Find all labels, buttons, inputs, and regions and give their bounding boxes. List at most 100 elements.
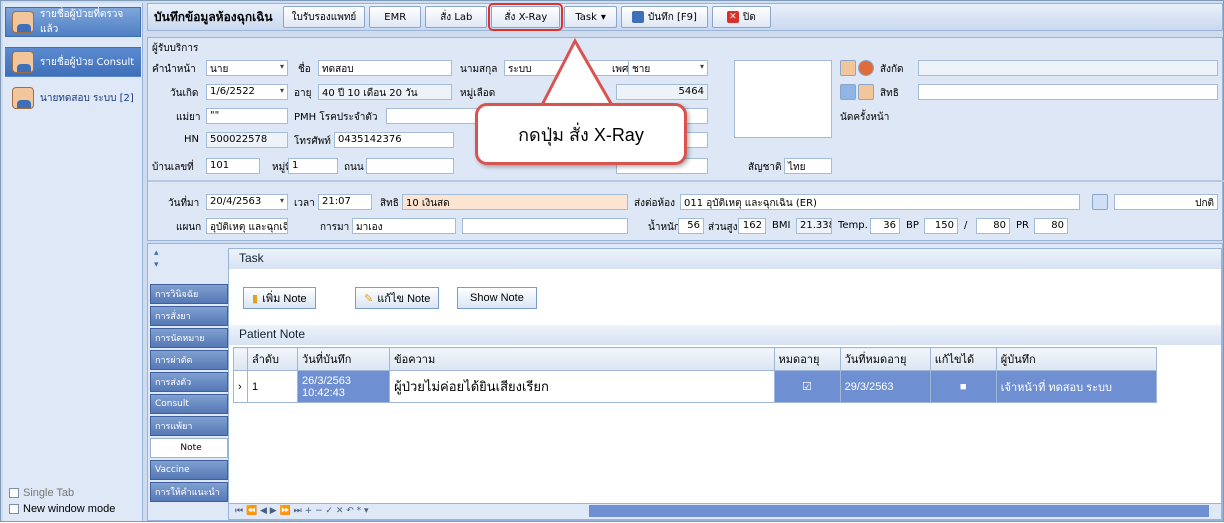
tab-consult[interactable]: Consult — [150, 394, 228, 414]
surname-label: นามสกุล — [460, 64, 498, 75]
bp-systolic-field[interactable]: 150 — [924, 218, 958, 234]
blood-group-label: หมู่เลือด — [460, 88, 496, 99]
mother-label: แม่ยา — [176, 112, 201, 123]
bmi-field: 21.338 — [796, 218, 832, 234]
first-name-field[interactable]: ทดสอบ — [318, 60, 452, 76]
single-tab-label: Single Tab — [23, 487, 75, 499]
chevron-up-icon[interactable]: ▴ — [154, 248, 159, 258]
medical-certificate-button[interactable]: ใบรับรองแพทย์ — [282, 6, 366, 28]
column-header[interactable]: ลำดับ — [246, 347, 299, 371]
visit-date-field[interactable]: 20/4/2563 — [206, 194, 288, 210]
column-header[interactable]: วันที่หมดอายุ — [839, 347, 931, 371]
add-note-button[interactable]: ▮ เพิ่ม Note — [243, 287, 316, 309]
sex-select[interactable]: ชาย — [628, 60, 708, 76]
tab-surgery[interactable]: การผ่าตัด — [150, 350, 228, 370]
column-header[interactable]: แก้ไขได้ — [929, 347, 997, 371]
horizontal-scrollbar[interactable] — [589, 505, 1209, 517]
arrival-field[interactable]: มาเอง — [352, 218, 456, 234]
road-label: ถนน — [344, 162, 364, 173]
new-window-option[interactable]: New window mode — [9, 503, 115, 515]
age-label: อายุ — [294, 88, 312, 99]
cell-editable-checkbox[interactable]: ■ — [929, 370, 997, 403]
age-field: 40 ปี 10 เดือน 20 วัน — [318, 84, 452, 100]
save-icon — [631, 11, 644, 23]
edit-icon: ✎ — [364, 292, 374, 305]
column-header[interactable]: ข้อความ — [389, 347, 775, 371]
chevron-down-icon[interactable]: ▾ — [154, 260, 159, 270]
show-note-button[interactable]: Show Note — [457, 287, 537, 309]
sex-label: เพศ — [612, 64, 629, 75]
mother-field[interactable]: "" — [206, 108, 288, 124]
tab-diagnosis[interactable]: การวินิจฉัย — [150, 284, 228, 304]
visit-right-field[interactable]: 10 เงินสด — [402, 194, 628, 210]
time-label: เวลา — [294, 198, 315, 209]
house-no-field[interactable]: 101 — [206, 158, 260, 174]
arrival-note-field[interactable] — [462, 218, 628, 234]
row-indicator-header — [233, 347, 248, 371]
calendar-icon[interactable] — [1092, 194, 1108, 210]
cell-date: 26/3/2563 10:42:43 — [297, 370, 391, 403]
road-field[interactable] — [366, 158, 454, 174]
task-header: Task — [229, 249, 1221, 269]
person-icon[interactable] — [858, 84, 874, 100]
department-field[interactable]: อุบัติเหตุ และฉุกเฉิน (ER — [206, 218, 288, 234]
edit-note-button[interactable]: ✎ แก้ไข Note — [355, 287, 440, 309]
order-xray-button[interactable]: สั่ง X-Ray — [488, 3, 564, 31]
temp-field[interactable]: 36 — [870, 218, 900, 234]
table-header-row: ลำดับ วันที่บันทึก ข้อความ หมดอายุ วันที… — [233, 347, 1158, 371]
hn-field: 500022578 — [206, 132, 288, 148]
note-icon: ▮ — [252, 292, 259, 305]
new-window-checkbox[interactable] — [9, 504, 19, 514]
close-button[interactable]: ✕ ปิด — [711, 6, 771, 28]
next-appointment-label: นัดครั้งหน้า — [840, 112, 890, 123]
nav-examined-patients[interactable]: รายชื่อผู้ป่วยที่ตรวจแล้ว — [5, 7, 141, 37]
tab-referral[interactable]: การส่งตัว — [150, 372, 228, 392]
bp-diastolic-field[interactable]: 80 — [976, 218, 1010, 234]
temp-label: Temp. — [838, 220, 868, 231]
column-header[interactable]: หมดอายุ — [773, 347, 841, 371]
pr-field[interactable]: 80 — [1034, 218, 1068, 234]
order-lab-button[interactable]: สั่ง Lab — [425, 6, 488, 28]
patient-note-header: Patient Note — [229, 325, 1221, 345]
emr-button[interactable]: EMR — [369, 6, 422, 28]
column-header[interactable]: วันที่บันทึก — [297, 347, 391, 371]
right-field[interactable] — [918, 84, 1218, 100]
nationality-field[interactable]: ไทย — [784, 158, 832, 174]
tab-note[interactable]: Note — [150, 438, 228, 458]
nav-current-patient[interactable]: นายทดสอบ ระบบ [2] — [5, 83, 141, 113]
person-icon[interactable] — [840, 60, 856, 76]
patient-icon — [12, 11, 34, 33]
column-header[interactable]: ผู้บันทึก — [995, 347, 1158, 371]
weight-field[interactable]: 56 — [678, 218, 704, 234]
dob-field[interactable]: 1/6/2522 — [206, 84, 288, 100]
id-card-icon[interactable] — [840, 84, 856, 100]
close-icon: ✕ — [726, 11, 739, 23]
prefix-select[interactable]: นาย — [206, 60, 288, 76]
height-field[interactable]: 162 — [738, 218, 766, 234]
tab-appointment[interactable]: การนัดหมาย — [150, 328, 228, 348]
task-dropdown-button[interactable]: Task ▾ — [564, 6, 617, 28]
tab-vaccine[interactable]: Vaccine — [150, 460, 228, 480]
affiliation-label: สังกัด — [880, 64, 904, 75]
time-field[interactable]: 21:07 — [318, 194, 372, 210]
phone-field[interactable]: 0435142376 — [334, 132, 454, 148]
lower-area: ▴ ▾ การวินิจฉัย การสั่งยา การนัดหมาย การ… — [147, 243, 1223, 521]
alert-icon[interactable] — [858, 60, 874, 76]
send-to-field[interactable]: 011 อุบัติเหตุ และฉุกเฉิน (ER) — [680, 194, 1080, 210]
single-tab-option[interactable]: Single Tab — [9, 487, 74, 499]
save-button[interactable]: บันทึก [F9] — [620, 6, 708, 28]
cell-message: ผู้ป่วยไม่ค่อยได้ยินเสียงเรียก — [389, 370, 775, 403]
tab-allergy[interactable]: การแพ้ยา — [150, 416, 228, 436]
single-tab-checkbox[interactable] — [9, 488, 19, 498]
bp-separator: / — [964, 220, 968, 231]
tab-advice[interactable]: การให้คำแนะนำ — [150, 482, 228, 502]
cell-recorded-by: เจ้าหน้าที่ ทดสอบ ระบบ — [995, 370, 1158, 403]
window: รายชื่อผู้ป่วยที่ตรวจแล้ว รายชื่อผู้ป่วย… — [0, 0, 1224, 522]
table-row[interactable]: › 1 26/3/2563 10:42:43 ผู้ป่วยไม่ค่อยได้ย… — [233, 370, 1158, 403]
visit-right-label: สิทธิ — [380, 198, 399, 209]
moo-field[interactable]: 1 — [288, 158, 338, 174]
cell-expired-checkbox[interactable]: ☑ — [773, 370, 841, 403]
side-tabs: ▴ ▾ การวินิจฉัย การสั่งยา การนัดหมาย การ… — [150, 244, 228, 520]
nav-consult-patients[interactable]: รายชื่อผู้ป่วย Consult — [5, 47, 141, 77]
tab-prescription[interactable]: การสั่งยา — [150, 306, 228, 326]
